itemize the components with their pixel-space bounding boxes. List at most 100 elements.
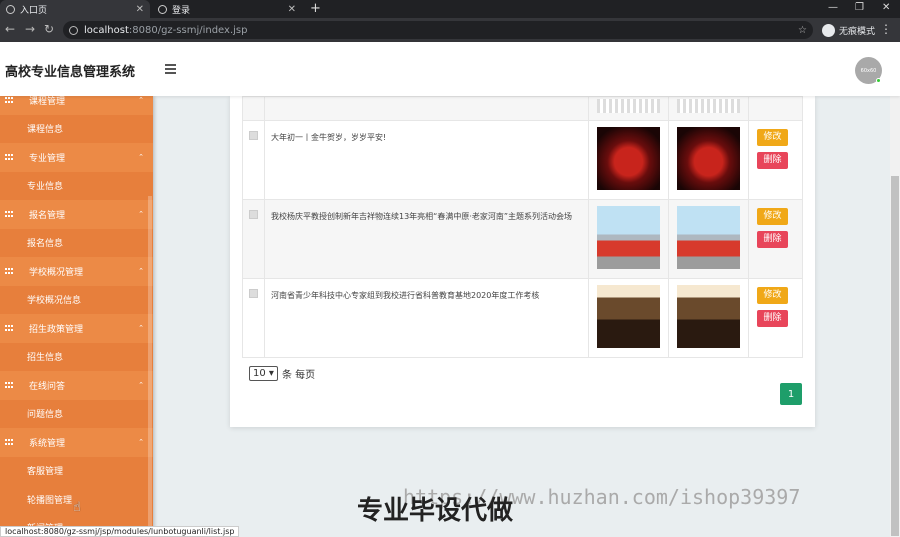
sidebar-group-label: 学校概况管理	[29, 267, 84, 278]
chevron-down-icon: ▾	[268, 368, 274, 379]
sidebar-group-label: 系统管理	[29, 438, 66, 449]
table-row: 大年初一丨金牛贺岁，岁岁平安! 修改删除	[242, 120, 803, 200]
sidebar-group-label: 课程管理	[29, 96, 66, 107]
edit-button[interactable]: 修改	[757, 129, 788, 146]
url-host: localhost	[84, 24, 129, 36]
incognito-label: 无痕模式	[839, 26, 876, 37]
sidebar-item[interactable]: 报名信息	[0, 229, 153, 258]
delete-button[interactable]: 删除	[757, 310, 788, 327]
status-bar-url: localhost:8080/gz-ssmj/jsp/modules/lunbo…	[0, 526, 240, 537]
news-image	[677, 99, 740, 113]
news-title: 我校杨庆平教授创制新年吉祥物连续13年亮相“春满中原·老家河南”主题系列活动会场	[264, 199, 589, 279]
watermark-text: 专业毕设代做	[357, 496, 514, 526]
row-checkbox[interactable]	[249, 210, 258, 219]
chevron-up-icon: ⌃	[138, 267, 144, 276]
online-status-dot	[876, 78, 881, 83]
page-scrollbar[interactable]	[890, 96, 900, 537]
sidebar-group[interactable]: 在线问答 ⌃	[0, 371, 153, 400]
avatar-text: 60x60	[860, 67, 877, 74]
delete-button[interactable]: 删除	[757, 231, 788, 248]
avatar[interactable]: 60x60	[855, 57, 882, 84]
sidebar-group[interactable]: 专业管理 ⌃	[0, 143, 153, 172]
sidebar-group-label: 专业管理	[29, 153, 66, 164]
news-table: 大年初一丨金牛贺岁，岁岁平安! 修改 删除 我校杨庆平教授创制新年吉祥物连续13年亮相…	[242, 96, 803, 358]
browser-menu-icon[interactable]: ⋮	[880, 22, 892, 36]
reload-icon[interactable]: ↻	[44, 22, 54, 36]
chevron-up-icon: ⌃	[138, 381, 144, 390]
sidebar-item[interactable]: 学校概况信息	[0, 286, 153, 315]
sidebar-group[interactable]: 报名管理 ⌃	[0, 200, 153, 229]
sidebar-item[interactable]: 专业信息	[0, 172, 153, 201]
sidebar-group[interactable]: 系统管理 ⌃	[0, 428, 153, 457]
news-image	[597, 206, 660, 269]
url-path: :8080/gz-ssmj/index.jsp	[128, 24, 248, 36]
page-size-suffix: 条 每页	[281, 370, 316, 381]
browser-tabstrip: 入口页 ✕ 登录 ✕ + — ❐ ✕	[0, 0, 900, 18]
pager: 10 ▾ 条 每页	[249, 366, 315, 381]
forward-icon[interactable]: →	[25, 22, 35, 36]
browser-tab-2[interactable]: 登录 ✕	[152, 0, 302, 18]
close-tab-icon[interactable]: ✕	[136, 4, 144, 15]
grid-icon	[5, 324, 13, 332]
news-image	[677, 285, 740, 348]
maximize-icon[interactable]: ❐	[855, 2, 864, 13]
new-tab-button[interactable]: +	[310, 1, 321, 16]
delete-button[interactable]: 删除	[757, 152, 788, 169]
row-checkbox[interactable]	[249, 289, 258, 298]
news-image	[597, 127, 660, 190]
mouse-cursor-icon: ☝	[73, 500, 81, 515]
table-row	[242, 96, 803, 121]
scrollbar-thumb[interactable]	[891, 176, 899, 536]
window-close-icon[interactable]: ✕	[882, 2, 890, 13]
incognito-indicator[interactable]: 无痕模式	[822, 21, 875, 39]
grid-icon	[5, 210, 13, 218]
browser-tab-1[interactable]: 入口页 ✕	[0, 0, 150, 18]
chevron-up-icon: ⌃	[138, 210, 144, 219]
news-title	[264, 96, 589, 121]
sidebar: 课程管理 ⌃ 课程信息专业管理 ⌃ 专业信息报名管理 ⌃ 报名信息学校概况管理 ⌃ 学校概况信息…	[0, 96, 153, 537]
chevron-up-icon: ⌃	[138, 96, 144, 105]
incognito-icon	[822, 23, 835, 37]
chevron-up-icon: ⌃	[138, 438, 144, 447]
grid-icon	[5, 438, 13, 446]
sidebar-group-label: 招生政策管理	[29, 324, 84, 335]
sidebar-group-label: 报名管理	[29, 210, 66, 221]
table-row: 河南省青少年科技中心专家组到我校进行省科普教育基地2020年度工作考核 修改删除	[242, 278, 803, 358]
news-image	[597, 285, 660, 348]
site-info-icon[interactable]	[69, 25, 78, 35]
sidebar-group[interactable]: 招生政策管理 ⌃	[0, 314, 153, 343]
edit-button[interactable]: 修改	[757, 287, 788, 304]
content-card: 大年初一丨金牛贺岁，岁岁平安! 修改 删除 我校杨庆平教授创制新年吉祥物连续13年亮相…	[230, 96, 815, 427]
sidebar-item[interactable]: 招生信息	[0, 343, 153, 372]
app-header: 高校专业信息管理系统 60x60	[0, 42, 900, 96]
news-title: 大年初一丨金牛贺岁，岁岁平安!	[264, 120, 589, 200]
bookmark-star-icon[interactable]: ☆	[798, 25, 807, 36]
tab-label: 登录	[172, 5, 191, 16]
menu-toggle-icon[interactable]	[165, 64, 176, 76]
address-bar[interactable]: localhost:8080/gz-ssmj/index.jsp ☆	[63, 21, 813, 39]
close-tab-icon[interactable]: ✕	[288, 4, 296, 15]
grid-icon	[5, 267, 13, 275]
chevron-up-icon: ⌃	[138, 324, 144, 333]
news-title: 河南省青少年科技中心专家组到我校进行省科普教育基地2020年度工作考核	[264, 278, 589, 358]
minimize-icon[interactable]: —	[828, 2, 838, 13]
row-checkbox[interactable]	[249, 131, 258, 140]
tab-label: 入口页	[20, 5, 48, 16]
sidebar-group[interactable]: 课程管理 ⌃	[0, 96, 153, 115]
sidebar-group[interactable]: 学校概况管理 ⌃	[0, 257, 153, 286]
grid-icon	[5, 96, 13, 104]
chevron-up-icon: ⌃	[138, 153, 144, 162]
page-size-select[interactable]: 10 ▾	[249, 366, 278, 381]
news-image	[597, 99, 660, 113]
sidebar-item[interactable]: 课程信息	[0, 115, 153, 144]
news-image	[677, 206, 740, 269]
sidebar-scrollbar[interactable]	[148, 196, 152, 526]
sidebar-item[interactable]: 客服管理	[0, 457, 153, 486]
sidebar-item[interactable]: 问题信息	[0, 400, 153, 429]
news-image	[677, 127, 740, 190]
edit-button[interactable]: 修改	[757, 208, 788, 225]
page-button-1[interactable]: 1	[780, 383, 802, 405]
table-row: 我校杨庆平教授创制新年吉祥物连续13年亮相“春满中原·老家河南”主题系列活动会场…	[242, 199, 803, 279]
grid-icon	[5, 381, 13, 389]
back-icon[interactable]: ←	[5, 22, 15, 36]
